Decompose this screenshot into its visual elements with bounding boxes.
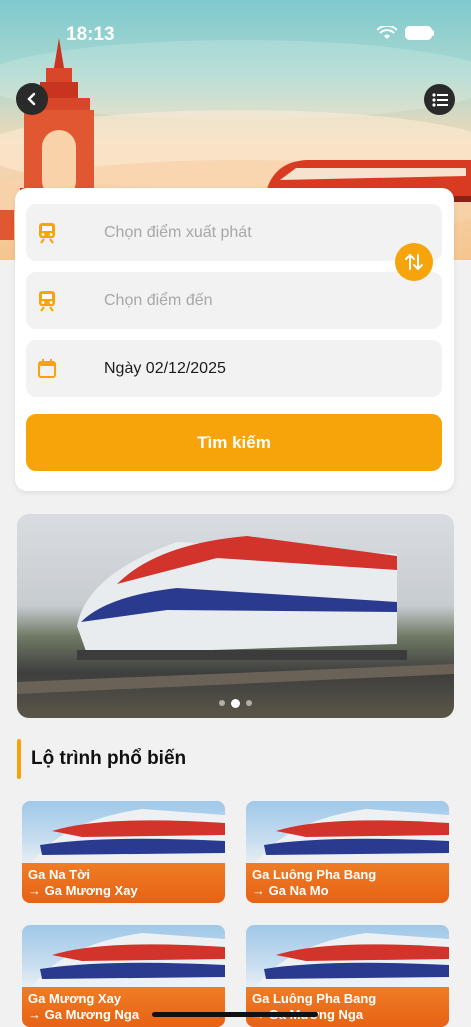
- route-train-image: [256, 933, 449, 987]
- route-card[interactable]: Ga Luông Pha Bang → Ga Na Mo: [246, 801, 449, 903]
- calendar-icon: [36, 358, 58, 380]
- route-from: Ga Na Tời: [28, 867, 90, 882]
- carousel-dots: [17, 699, 454, 708]
- route-train-image: [32, 809, 225, 863]
- rail-decor: [0, 210, 14, 240]
- wifi-icon: [377, 26, 397, 39]
- section-accent-bar: [17, 739, 21, 779]
- carousel-dot-active[interactable]: [231, 699, 240, 708]
- train-icon: [36, 290, 58, 312]
- section-title: Lộ trình phổ biến: [17, 739, 186, 779]
- route-to: → Ga Mương Xay: [28, 883, 138, 898]
- carousel-dot[interactable]: [246, 700, 252, 706]
- battery-icon: [405, 26, 434, 40]
- popular-routes-title: Lộ trình phổ biến: [31, 748, 187, 769]
- route-from: Ga Luông Pha Bang: [252, 867, 377, 882]
- route-label: Ga Mương Xay → Ga Mương Nga: [22, 987, 225, 1027]
- route-to: → Ga Na Mo: [252, 883, 329, 898]
- route-from: Ga Mương Xay: [28, 991, 122, 1006]
- train-icon: [36, 222, 58, 244]
- status-time: 18:13: [66, 24, 115, 45]
- home-indicator[interactable]: [152, 1012, 318, 1017]
- destination-placeholder: Chọn điểm đến: [104, 291, 213, 309]
- route-label: Ga Luông Pha Bang → Ga Na Mo: [246, 863, 449, 903]
- search-button[interactable]: Tìm kiếm: [26, 414, 442, 471]
- menu-button[interactable]: [424, 84, 455, 115]
- carousel-dot[interactable]: [219, 700, 225, 706]
- swap-button[interactable]: [395, 243, 433, 281]
- destination-field[interactable]: Chọn điểm đến: [26, 272, 442, 329]
- route-from: Ga Luông Pha Bang: [252, 991, 377, 1006]
- route-train-image: [32, 933, 225, 987]
- list-icon: [431, 92, 448, 107]
- banner-carousel[interactable]: [17, 514, 454, 718]
- route-label: Ga Luông Pha Bang → Ga Mương Nga: [246, 987, 449, 1027]
- search-card: Chọn điểm xuất phát Chọn điểm đến Ngày 0…: [15, 188, 454, 491]
- route-train-image: [256, 809, 449, 863]
- chevron-left-icon: [27, 92, 36, 106]
- swap-vertical-icon: [405, 253, 423, 271]
- date-field[interactable]: Ngày 02/12/2025: [26, 340, 442, 397]
- origin-field[interactable]: Chọn điểm xuất phát: [26, 204, 442, 261]
- route-card[interactable]: Ga Na Tời → Ga Mương Xay: [22, 801, 225, 903]
- banner-train-image: [17, 536, 454, 694]
- route-label: Ga Na Tời → Ga Mương Xay: [22, 863, 225, 903]
- date-value: Ngày 02/12/2025: [104, 359, 226, 377]
- status-icons: [377, 26, 435, 40]
- back-button[interactable]: [16, 83, 48, 115]
- origin-placeholder: Chọn điểm xuất phát: [104, 223, 252, 241]
- tower-illustration: [20, 38, 98, 198]
